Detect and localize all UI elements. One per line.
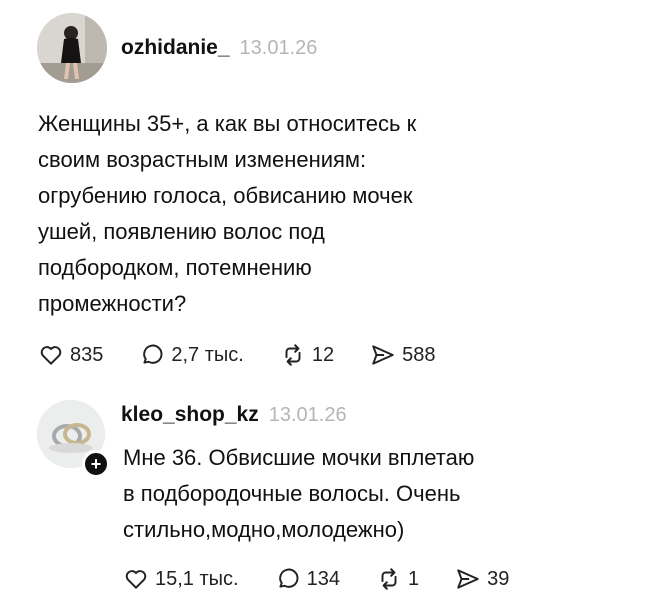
repost-icon <box>285 344 301 366</box>
reply-repost-button[interactable]: 1 <box>376 566 419 592</box>
repost-count: 12 <box>311 343 335 366</box>
share-count: 39 <box>487 567 510 590</box>
reply-count: 2,7 тыс. <box>171 343 244 366</box>
avatar-photo <box>37 13 107 83</box>
heart-icon <box>125 570 147 589</box>
follow-plus-icon[interactable]: + <box>82 450 110 478</box>
comment-bubble-icon <box>143 344 163 364</box>
post-header: ozhidanie_ 13.01.26 <box>121 36 317 60</box>
reply-like-button[interactable]: 15,1 тыс. <box>123 566 239 592</box>
post-text: Женщины 35+, а как вы относитесь к своим… <box>38 111 417 316</box>
reply-header: kleo_shop_kz 13.01.26 <box>121 403 347 427</box>
like-count: 15,1 тыс. <box>155 567 239 590</box>
send-icon <box>457 569 479 589</box>
reply-text: Мне 36. Обвисшие мочки вплетаю в подборо… <box>123 445 475 542</box>
avatar[interactable] <box>37 13 107 83</box>
reply-date: 13.01.26 <box>268 404 347 426</box>
reply-actions: 15,1 тыс. 134 1 39 <box>123 566 545 592</box>
repost-icon <box>381 568 397 590</box>
reply-share-button[interactable]: 39 <box>455 566 509 592</box>
send-icon <box>372 345 394 365</box>
username[interactable]: ozhidanie_ <box>121 36 230 60</box>
comment-bubble-icon <box>278 568 298 588</box>
like-button[interactable]: 835 <box>38 342 103 368</box>
like-count: 835 <box>70 343 104 366</box>
share-button[interactable]: 588 <box>370 342 435 368</box>
reply-button[interactable]: 2,7 тыс. <box>139 342 244 368</box>
repost-button[interactable]: 12 <box>280 342 334 368</box>
reply-reply-button[interactable]: 134 <box>275 566 340 592</box>
repost-count: 1 <box>407 567 420 590</box>
reply-username[interactable]: kleo_shop_kz <box>121 403 259 427</box>
share-count: 588 <box>402 343 436 366</box>
heart-icon <box>40 346 62 365</box>
post-actions: 835 2,7 тыс. 12 588 <box>38 342 471 368</box>
post-date: 13.01.26 <box>239 37 318 59</box>
reply-count: 134 <box>306 567 340 590</box>
